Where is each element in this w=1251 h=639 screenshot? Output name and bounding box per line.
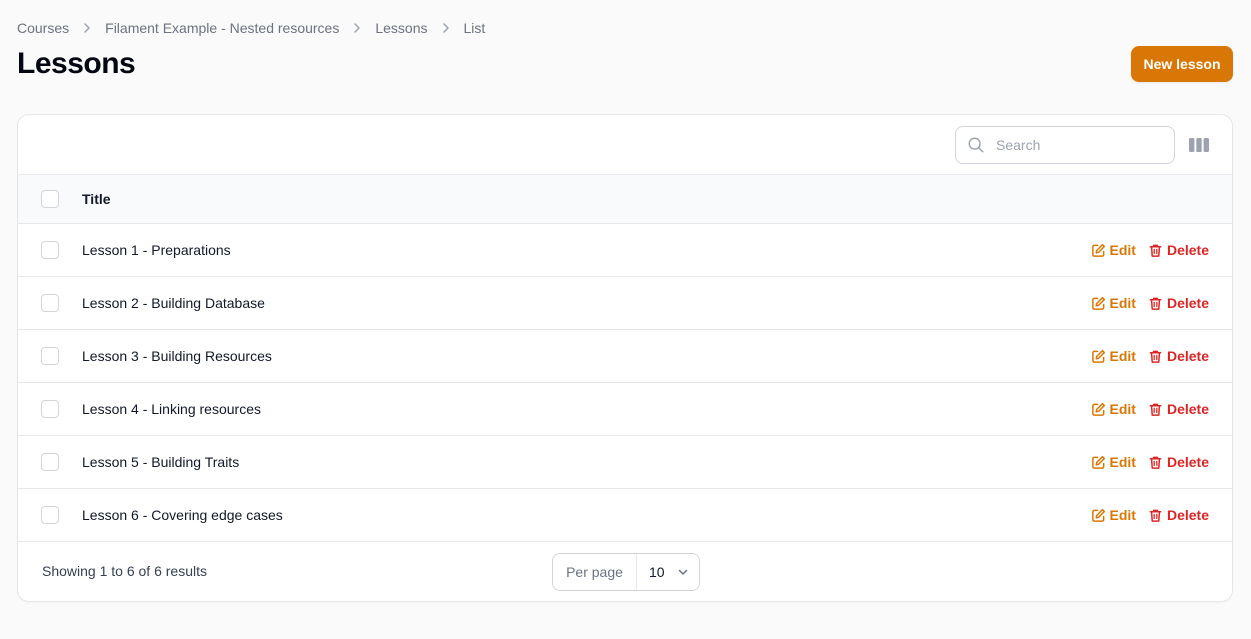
edit-icon <box>1091 508 1105 522</box>
row-title[interactable]: Lesson 3 - Building Resources <box>82 348 272 364</box>
delete-button[interactable]: Delete <box>1148 295 1209 311</box>
lessons-table-card: Title Lesson 1 - Preparations Edit Delet… <box>17 114 1233 602</box>
delete-button[interactable]: Delete <box>1148 242 1209 258</box>
table-body: Lesson 1 - Preparations Edit Delete Less… <box>18 224 1232 542</box>
edit-button[interactable]: Edit <box>1091 454 1136 470</box>
table-row: Lesson 5 - Building Traits Edit Delete <box>18 436 1232 489</box>
per-page-select[interactable]: 10 <box>637 554 699 590</box>
edit-button[interactable]: Edit <box>1091 295 1136 311</box>
edit-button[interactable]: Edit <box>1091 348 1136 364</box>
row-title[interactable]: Lesson 2 - Building Database <box>82 295 265 311</box>
row-checkbox[interactable] <box>41 400 59 418</box>
trash-icon <box>1149 297 1162 310</box>
search-field[interactable] <box>955 126 1175 164</box>
edit-button[interactable]: Edit <box>1091 507 1136 523</box>
row-title[interactable]: Lesson 4 - Linking resources <box>82 401 261 417</box>
row-actions: Edit Delete <box>1091 348 1209 364</box>
breadcrumb-item-course[interactable]: Filament Example - Nested resources <box>105 20 339 36</box>
row-checkbox[interactable] <box>41 506 59 524</box>
trash-icon <box>1149 403 1162 416</box>
table-row: Lesson 6 - Covering edge cases Edit Dele… <box>18 489 1232 542</box>
breadcrumb-item-list: List <box>463 20 486 36</box>
edit-icon <box>1091 402 1105 416</box>
table-row: Lesson 4 - Linking resources Edit Delete <box>18 383 1232 436</box>
row-title[interactable]: Lesson 6 - Covering edge cases <box>82 507 283 523</box>
edit-label: Edit <box>1109 454 1136 470</box>
edit-icon <box>1091 349 1105 363</box>
chevron-right-icon <box>428 22 464 34</box>
columns-icon[interactable] <box>1188 136 1210 154</box>
row-checkbox[interactable] <box>41 347 59 365</box>
chevron-right-icon <box>339 22 375 34</box>
search-input[interactable] <box>996 130 1166 160</box>
delete-label: Delete <box>1166 295 1209 311</box>
delete-label: Delete <box>1166 401 1209 417</box>
table-footer: Showing 1 to 6 of 6 results Per page 10 <box>18 542 1232 601</box>
edit-label: Edit <box>1109 242 1136 258</box>
delete-label: Delete <box>1166 507 1209 523</box>
per-page-control: Per page 10 <box>552 553 700 591</box>
trash-icon <box>1149 244 1162 257</box>
table-row: Lesson 1 - Preparations Edit Delete <box>18 224 1232 277</box>
edit-label: Edit <box>1109 507 1136 523</box>
delete-label: Delete <box>1166 454 1209 470</box>
table-header: Title <box>18 175 1232 224</box>
page-title: Lessons <box>17 47 136 80</box>
row-checkbox[interactable] <box>41 294 59 312</box>
chevron-right-icon <box>69 22 105 34</box>
edit-label: Edit <box>1109 401 1136 417</box>
row-actions: Edit Delete <box>1091 507 1209 523</box>
row-checkbox[interactable] <box>41 453 59 471</box>
search-icon <box>956 136 996 154</box>
chevron-down-icon <box>678 569 687 575</box>
edit-icon <box>1091 455 1105 469</box>
table-row: Lesson 3 - Building Resources Edit Delet… <box>18 330 1232 383</box>
edit-label: Edit <box>1109 295 1136 311</box>
edit-button[interactable]: Edit <box>1091 242 1136 258</box>
results-summary: Showing 1 to 6 of 6 results <box>42 563 207 579</box>
column-header-title[interactable]: Title <box>82 191 111 207</box>
select-all-checkbox[interactable] <box>41 190 59 208</box>
edit-icon <box>1091 296 1105 310</box>
per-page-value: 10 <box>649 564 665 580</box>
row-checkbox[interactable] <box>41 241 59 259</box>
edit-label: Edit <box>1109 348 1136 364</box>
delete-button[interactable]: Delete <box>1148 454 1209 470</box>
table-toolbar <box>18 115 1232 175</box>
row-actions: Edit Delete <box>1091 454 1209 470</box>
breadcrumb: Courses Filament Example - Nested resour… <box>17 18 485 38</box>
breadcrumb-item-lessons[interactable]: Lessons <box>375 20 427 36</box>
row-actions: Edit Delete <box>1091 401 1209 417</box>
table-row: Lesson 2 - Building Database Edit Delete <box>18 277 1232 330</box>
new-lesson-button[interactable]: New lesson <box>1131 46 1233 82</box>
trash-icon <box>1149 456 1162 469</box>
row-title[interactable]: Lesson 5 - Building Traits <box>82 454 239 470</box>
delete-button[interactable]: Delete <box>1148 401 1209 417</box>
per-page-label: Per page <box>553 554 637 590</box>
edit-button[interactable]: Edit <box>1091 401 1136 417</box>
delete-button[interactable]: Delete <box>1148 348 1209 364</box>
row-actions: Edit Delete <box>1091 242 1209 258</box>
edit-icon <box>1091 243 1105 257</box>
delete-label: Delete <box>1166 348 1209 364</box>
delete-button[interactable]: Delete <box>1148 507 1209 523</box>
delete-label: Delete <box>1166 242 1209 258</box>
trash-icon <box>1149 509 1162 522</box>
trash-icon <box>1149 350 1162 363</box>
breadcrumb-item-courses[interactable]: Courses <box>17 20 69 36</box>
row-actions: Edit Delete <box>1091 295 1209 311</box>
row-title[interactable]: Lesson 1 - Preparations <box>82 242 231 258</box>
